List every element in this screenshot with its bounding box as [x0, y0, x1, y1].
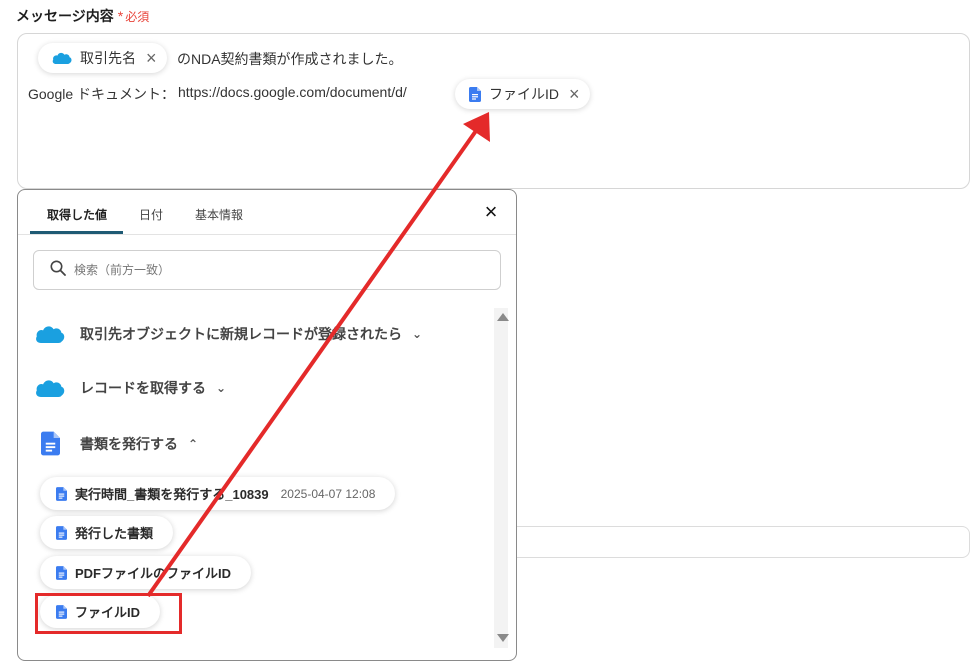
required-star: *	[117, 8, 124, 24]
required-text: 必須	[125, 10, 150, 24]
section-issue-document[interactable]: 書類を発行する ⌃	[34, 431, 198, 456]
salesforce-cloud-icon	[34, 377, 66, 399]
variable-chip-file-id[interactable]: ファイルID ×	[455, 79, 590, 109]
google-docs-icon	[56, 525, 67, 540]
variable-chip-account[interactable]: 取引先名 ×	[38, 43, 167, 73]
item-label: PDFファイルのファイルID	[75, 566, 232, 581]
tab-date[interactable]: 日付	[139, 206, 163, 223]
section-label: レコードを取得する	[80, 380, 206, 396]
close-icon[interactable]: ×	[480, 201, 502, 224]
google-docs-icon	[469, 86, 481, 102]
tab-basic-info[interactable]: 基本情報	[195, 206, 243, 223]
search-icon	[50, 260, 66, 281]
required-indicator: * 必須	[117, 8, 150, 24]
variable-chip-label: ファイルID	[489, 86, 559, 102]
background-input[interactable]	[516, 526, 970, 558]
remove-chip-icon[interactable]: ×	[569, 85, 580, 103]
active-tab-indicator	[30, 231, 123, 234]
scrollbar[interactable]	[494, 308, 508, 648]
chevron-down-icon[interactable]: ⌄	[412, 327, 422, 341]
field-label: メッセージ内容 * 必須	[16, 6, 149, 26]
item-label: 発行した書類	[75, 526, 154, 541]
google-docs-icon	[34, 431, 66, 456]
section-get-record[interactable]: レコードを取得する ⌄	[34, 377, 226, 399]
salesforce-cloud-icon	[52, 51, 72, 65]
search-box[interactable]	[33, 250, 501, 290]
scroll-down-arrow[interactable]	[497, 634, 509, 642]
google-docs-icon	[56, 486, 67, 501]
field-label-text: メッセージ内容	[16, 8, 114, 24]
section-new-record-trigger[interactable]: 取引先オブジェクトに新規レコードが登録されたら ⌄	[34, 323, 422, 345]
message-line-1: のNDA契約書類が作成されました。	[177, 51, 403, 67]
variable-chip-label: 取引先名	[80, 50, 136, 66]
item-timestamp: 2025-04-07 12:08	[280, 486, 376, 501]
scroll-up-arrow[interactable]	[497, 313, 509, 321]
remove-chip-icon[interactable]: ×	[146, 49, 157, 67]
tab-acquired-values[interactable]: 取得した値	[47, 206, 107, 223]
salesforce-cloud-icon	[34, 323, 66, 345]
section-label: 書類を発行する	[80, 435, 178, 452]
value-item-issued-document[interactable]: 発行した書類	[40, 516, 174, 549]
value-item-pdf-file-id[interactable]: PDFファイルのファイルID	[40, 556, 252, 589]
annotation-highlight-box	[35, 593, 182, 634]
chevron-up-icon[interactable]: ⌃	[188, 437, 198, 451]
message-line-2-prefix: Google ドキュメント：	[28, 86, 176, 102]
picker-tabs: 取得した値 日付 基本情報 ×	[18, 190, 516, 235]
chevron-down-icon[interactable]: ⌄	[216, 381, 226, 395]
search-input[interactable]	[72, 262, 472, 278]
section-label: 取引先オブジェクトに新規レコードが登録されたら	[80, 326, 402, 342]
value-item-execution-time[interactable]: 実行時間_書類を発行する_10839 2025-04-07 12:08	[40, 477, 396, 510]
variable-picker-panel: 取得した値 日付 基本情報 × 取引先オブジェクトに新規レコードが登録されたら …	[17, 189, 517, 661]
message-line-2-url: https://docs.google.com/document/d/	[178, 84, 407, 100]
google-docs-icon	[56, 565, 67, 580]
item-label: 実行時間_書類を発行する_10839	[75, 487, 269, 502]
